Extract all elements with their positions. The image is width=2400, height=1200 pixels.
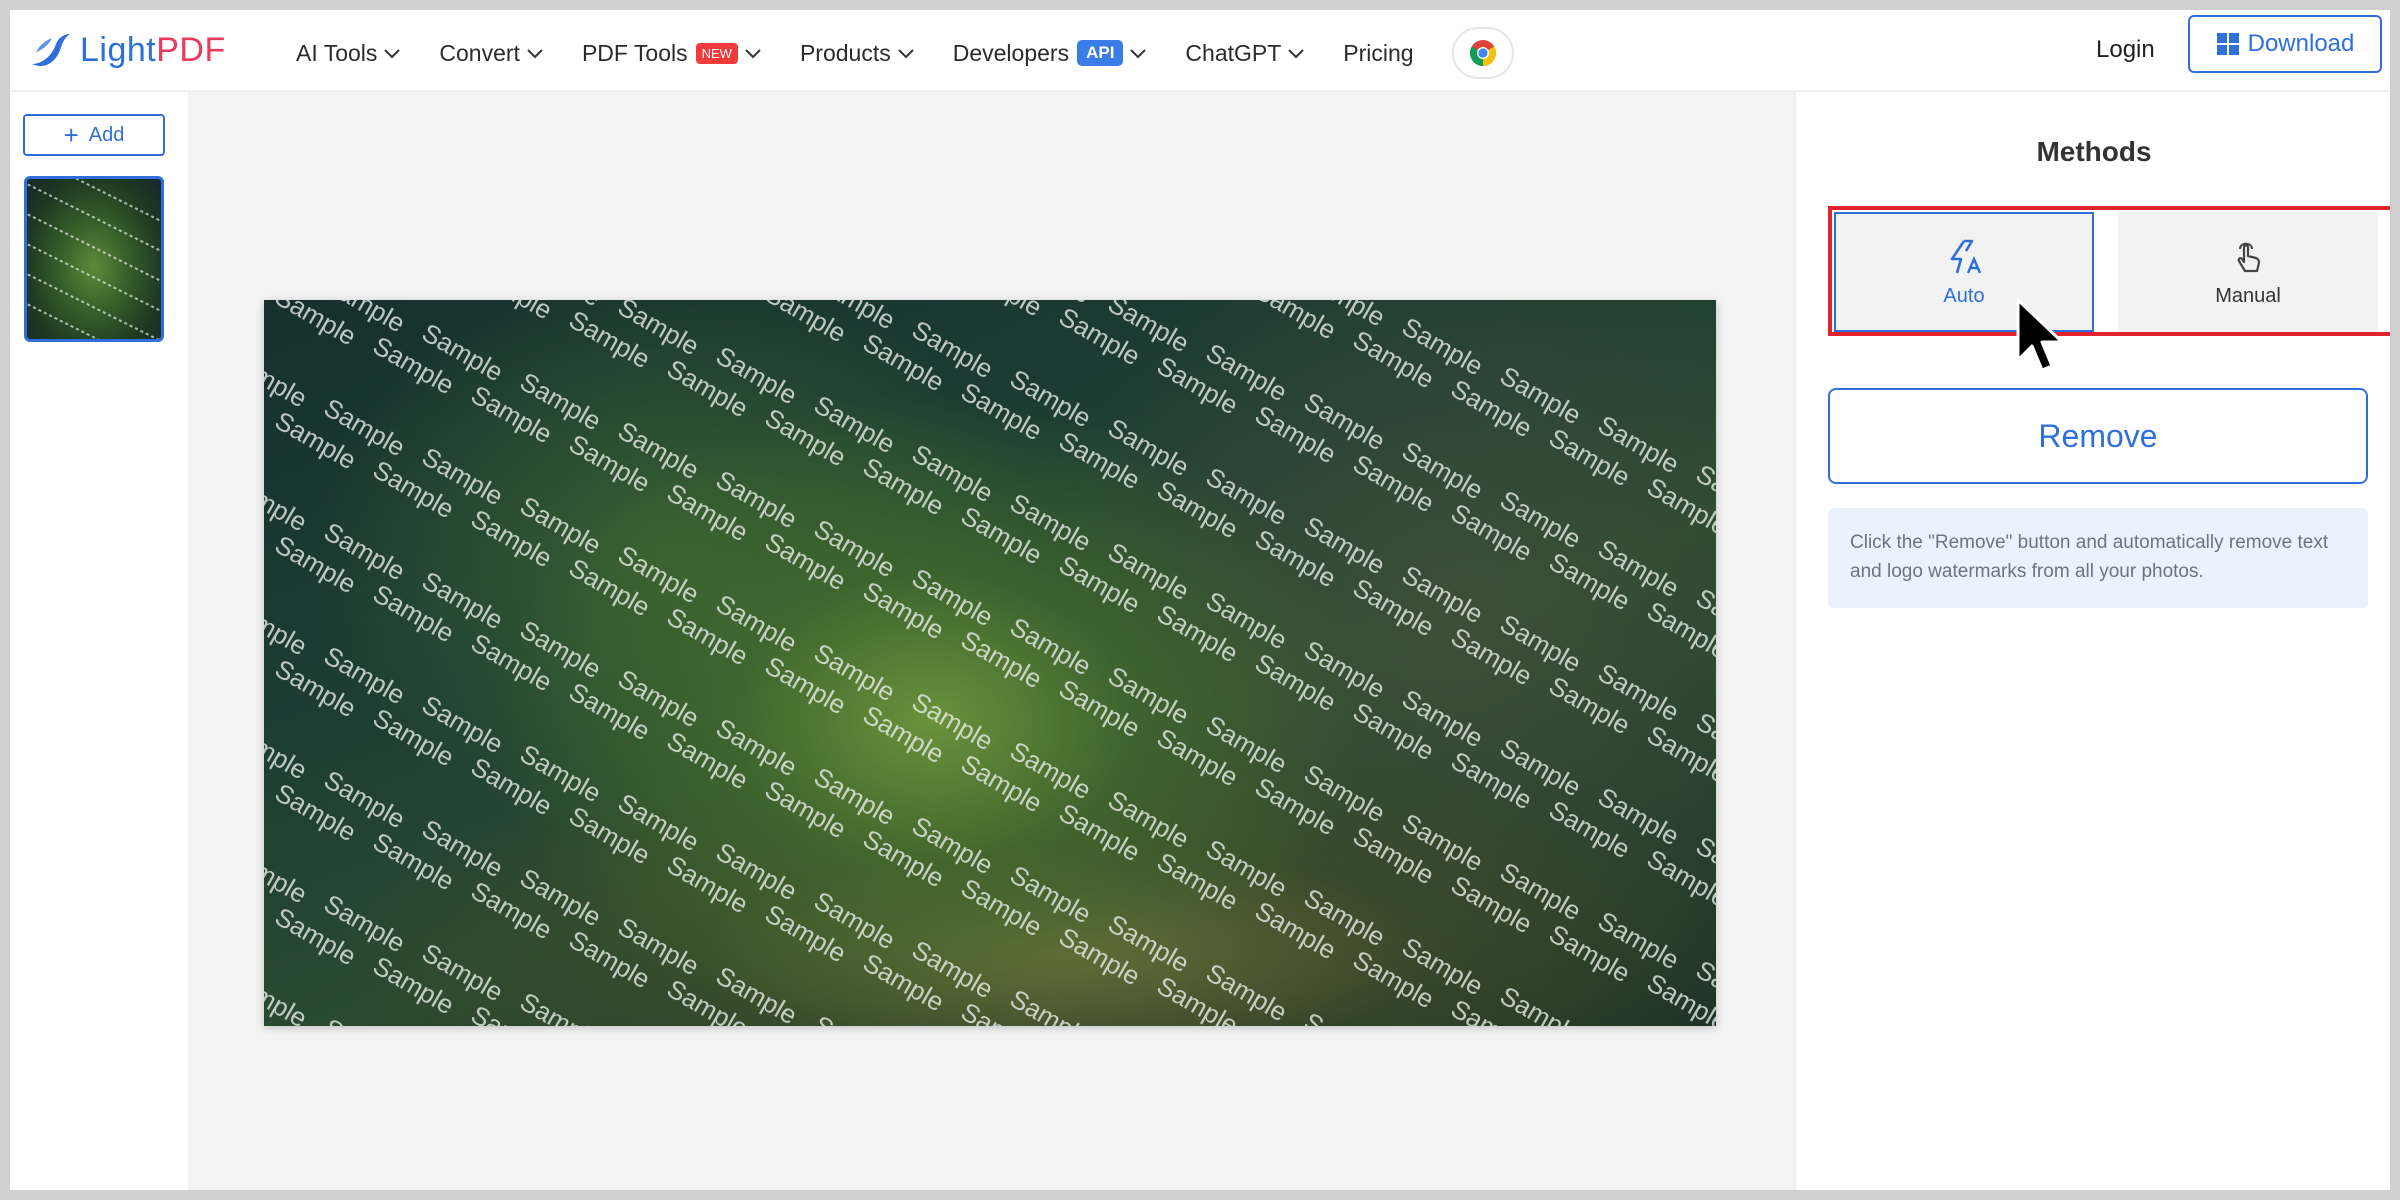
new-badge: NEW (695, 42, 738, 64)
chevron-down-icon (527, 49, 543, 59)
lightpdf-logo[interactable]: LightPDF (26, 20, 226, 80)
chevron-down-icon (898, 49, 914, 59)
preview-image: Sample Sample Sample Sample Sample Sample Samp… (264, 300, 1716, 1026)
nav-products-label: Products (799, 39, 891, 66)
methods-title: Methods (2036, 136, 2152, 167)
nav-developers-label: Developers (952, 39, 1070, 66)
image-thumbnail[interactable] (24, 176, 164, 342)
image-list-sidebar: + Add (10, 92, 188, 1190)
add-label: Add (88, 123, 125, 146)
thumbnail-watermark-pattern (27, 179, 161, 339)
watermark-text: Sample (1250, 300, 1341, 345)
watermark-text: Sample (264, 963, 312, 1026)
watermark-text: Sample (1495, 980, 1586, 1026)
watermark-text: Sample (264, 343, 312, 413)
nav-chatgpt[interactable]: ChatGPT (1185, 30, 1305, 76)
nav-convert[interactable]: Convert (439, 30, 544, 76)
chevron-down-icon (384, 49, 401, 59)
app-window: LightPDF AI Tools Convert PDF Tools NEW … (10, 10, 2390, 1190)
watermark-text: Sample (515, 986, 606, 1026)
watermark-text: Sample (264, 839, 312, 909)
method-manual-label: Manual (2215, 284, 2281, 307)
hand-pointer-icon (2237, 242, 2261, 272)
brand-light: Light (80, 30, 157, 69)
method-auto-label: Auto (1943, 284, 1985, 307)
nav-chatgpt-label: ChatGPT (1185, 39, 1282, 66)
login-link[interactable]: Login (2096, 36, 2155, 64)
chrome-extension-button[interactable] (1451, 27, 1514, 79)
chevron-down-icon (745, 49, 761, 59)
methods-panel: Methods Auto Manual Remove Click the "Re… (1794, 92, 2390, 1190)
watermark-text: Sample (466, 300, 557, 325)
chrome-icon (1469, 40, 1496, 67)
watermark-text: Sample (956, 300, 1047, 322)
chevron-down-icon (1288, 49, 1305, 59)
windows-icon (2216, 33, 2239, 55)
main-nav: AI Tools Convert PDF Tools NEW Products … (296, 27, 1514, 79)
watermark-layer: Sample Sample Sample Sample Sample Sample Samp… (264, 300, 1716, 1026)
watermark-text: Sample (319, 1012, 410, 1026)
hint-text: Click the "Remove" button and automatica… (1828, 508, 2368, 608)
nav-pdf-tools[interactable]: PDF Tools NEW (582, 30, 762, 76)
watermark-text: Sample (264, 591, 312, 661)
preview-canvas: Sample Sample Sample Sample Sample Sample Samp… (188, 92, 1794, 1190)
watermark-text: Sample (1299, 1006, 1390, 1026)
download-button[interactable]: Download (2188, 15, 2382, 73)
nav-developers[interactable]: Developers API (953, 30, 1148, 76)
swallow-logo-icon (32, 34, 70, 67)
nav-products[interactable]: Products (800, 30, 915, 76)
add-image-button[interactable]: + Add (23, 114, 165, 156)
nav-pricing-label: Pricing (1343, 39, 1414, 66)
mouse-cursor-icon (2016, 298, 2064, 372)
brand-name: LightPDF (80, 31, 226, 70)
top-navbar: LightPDF AI Tools Convert PDF Tools NEW … (10, 10, 2390, 92)
auto-flash-icon (1950, 239, 1982, 273)
nav-ai-tools-label: AI Tools (296, 39, 378, 66)
watermark-text: Sample (809, 1009, 900, 1026)
watermark-text: Sample (264, 715, 312, 785)
watermark-text: Sample (264, 467, 312, 537)
download-label: Download (2247, 30, 2355, 57)
method-manual-button[interactable]: Manual (2118, 212, 2378, 332)
nav-pricing[interactable]: Pricing (1343, 30, 1413, 76)
chevron-down-icon (1130, 49, 1147, 59)
watermark-text: Sample (1005, 983, 1096, 1026)
plus-icon: + (63, 120, 79, 150)
brand-pdf: PDF (156, 30, 226, 69)
remove-button[interactable]: Remove (1828, 388, 2368, 484)
api-badge: API (1077, 40, 1124, 66)
nav-convert-label: Convert (439, 39, 520, 66)
nav-pdf-tools-label: PDF Tools (581, 39, 688, 66)
nav-ai-tools[interactable]: AI Tools (296, 30, 401, 76)
